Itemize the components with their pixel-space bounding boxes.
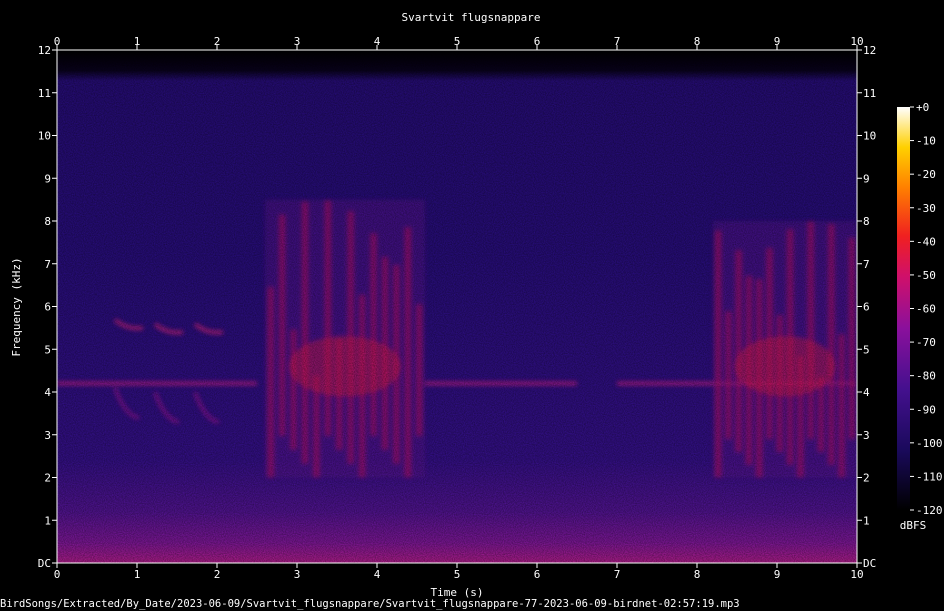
colorbar xyxy=(897,107,910,510)
colorbar-tick-label: -60 xyxy=(916,303,936,316)
x-tick-label-top: 2 xyxy=(214,35,221,48)
x-tick-label-top: 10 xyxy=(850,35,863,48)
x-tick-label-bottom: 4 xyxy=(374,568,381,581)
x-tick-label-top: 6 xyxy=(534,35,541,48)
x-tick-label-top: 7 xyxy=(614,35,621,48)
colorbar-tick-label: -30 xyxy=(916,202,936,215)
y-tick-label-left: 3 xyxy=(44,429,51,442)
spectrogram-chart: 001122334455667788991010 DC DC1 12 23 34 45 56… xyxy=(10,11,943,599)
y-tick-label-right: 11 xyxy=(863,87,876,100)
colorbar-tick-label: -110 xyxy=(916,470,943,483)
y-tick-label-right: 10 xyxy=(863,130,876,143)
y-tick-label-right: 8 xyxy=(863,215,870,228)
colorbar-tick-label: -20 xyxy=(916,168,936,181)
colorbar-tick-label: -50 xyxy=(916,269,936,282)
x-tick-label-bottom: 10 xyxy=(850,568,863,581)
y-tick-label-right: 12 xyxy=(863,44,876,57)
y-tick-label-left: 9 xyxy=(44,172,51,185)
x-tick-label-bottom: 9 xyxy=(774,568,781,581)
x-tick-label-top: 4 xyxy=(374,35,381,48)
colorbar-label: dBFS xyxy=(900,519,927,532)
x-tick-label-bottom: 5 xyxy=(454,568,461,581)
colorbar-tick-label: -40 xyxy=(916,235,936,248)
colorbar-tick-label: -90 xyxy=(916,403,936,416)
x-tick-label-top: 9 xyxy=(774,35,781,48)
x-tick-label-bottom: 3 xyxy=(294,568,301,581)
y-tick-label-left: 1 xyxy=(44,514,51,527)
x-tick-label-top: 3 xyxy=(294,35,301,48)
y-tick-label-right: 5 xyxy=(863,343,870,356)
colorbar-tick-label: -120 xyxy=(916,504,943,517)
colorbar-tick-label: -80 xyxy=(916,370,936,383)
y-tick-label-left: 8 xyxy=(44,215,51,228)
y-tick-label-right: 3 xyxy=(863,429,870,442)
x-tick-label-bottom: 1 xyxy=(134,568,141,581)
y-tick-label-left: 12 xyxy=(38,44,51,57)
x-tick-label-bottom: 0 xyxy=(54,568,61,581)
y-tick-label-right: 9 xyxy=(863,172,870,185)
colorbar-tick-label: -10 xyxy=(916,135,936,148)
x-tick-label-top: 8 xyxy=(694,35,701,48)
y-tick-label-right: 7 xyxy=(863,258,870,271)
file-path-footer: BirdSongs/Extracted/By_Date/2023-06-09/S… xyxy=(0,598,740,610)
x-tick-label-top: 1 xyxy=(134,35,141,48)
y-tick-label-right: 2 xyxy=(863,472,870,485)
y-tick-label-left: 6 xyxy=(44,301,51,314)
y-tick-label-left: 2 xyxy=(44,472,51,485)
y-tick-label-left: 5 xyxy=(44,343,51,356)
y-tick-label-right: DC xyxy=(863,557,876,570)
y-tick-label-left: 10 xyxy=(38,130,51,143)
colorbar-tick-label: -70 xyxy=(916,336,936,349)
chart-title: Svartvit flugsnappare xyxy=(401,11,540,24)
x-tick-label-bottom: 7 xyxy=(614,568,621,581)
y-tick-label-left: DC xyxy=(38,557,51,570)
y-tick-label-left: 7 xyxy=(44,258,51,271)
y-axis-label: Frequency (kHz) xyxy=(10,257,23,356)
y-tick-label-right: 6 xyxy=(863,301,870,314)
x-tick-label-bottom: 6 xyxy=(534,568,541,581)
x-tick-label-bottom: 8 xyxy=(694,568,701,581)
y-tick-label-right: 4 xyxy=(863,386,870,399)
colorbar-tick-label: -100 xyxy=(916,437,943,450)
colorbar-tick-label: +0 xyxy=(916,101,929,114)
y-tick-label-left: 4 xyxy=(44,386,51,399)
x-tick-label-top: 5 xyxy=(454,35,461,48)
colorbar-ticks: +0 -10 -20 -30 -40 -50 -60 -70 -80 -90 -100 -110 -12… xyxy=(910,101,943,517)
x-tick-label-bottom: 2 xyxy=(214,568,221,581)
x-tick-label-top: 0 xyxy=(54,35,61,48)
y-tick-label-left: 11 xyxy=(38,87,51,100)
y-tick-label-right: 1 xyxy=(863,514,870,527)
noise-texture xyxy=(57,50,857,563)
